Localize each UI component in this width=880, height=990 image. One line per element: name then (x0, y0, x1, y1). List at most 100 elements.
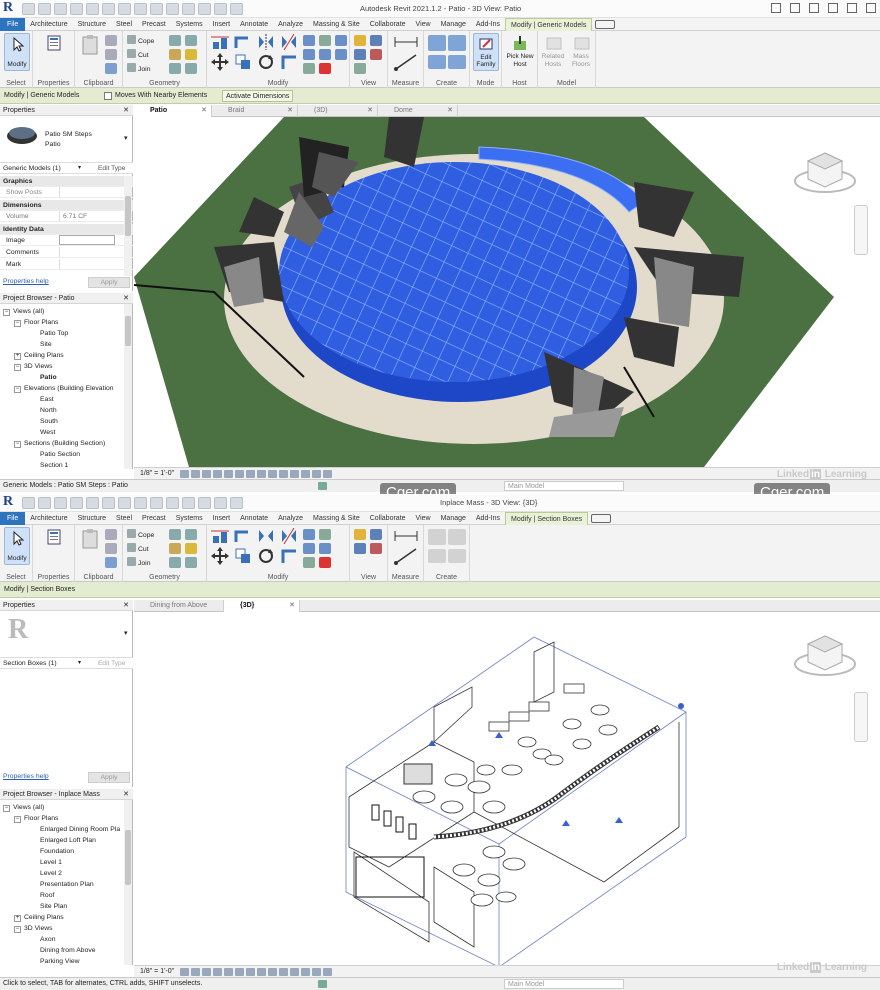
paste-icon[interactable] (81, 528, 99, 550)
text-icon[interactable] (150, 3, 163, 15)
view-cube[interactable] (792, 149, 858, 195)
temp-hide-icon[interactable] (268, 470, 277, 478)
tree-elevations[interactable]: − Elevations (Building Elevation (14, 383, 114, 394)
prop-image[interactable]: Image (0, 235, 133, 246)
apply-button[interactable]: Apply (88, 277, 130, 288)
rotate-icon[interactable] (257, 53, 275, 71)
text-icon[interactable] (150, 497, 163, 509)
close-icon[interactable]: ✕ (123, 789, 129, 800)
properties-button[interactable] (38, 33, 70, 71)
tree-enlarged-loft[interactable]: Enlarged Loft Plan (40, 835, 96, 846)
demolish-icon[interactable] (185, 543, 197, 554)
cope-button[interactable]: Cope (127, 35, 154, 45)
tab-steel[interactable]: Steel (111, 512, 137, 525)
modify-button[interactable]: Modify (4, 33, 30, 71)
detail-level-icon[interactable] (180, 470, 189, 478)
apply-button[interactable]: Apply (88, 772, 130, 783)
tab-massing-site[interactable]: Massing & Site (308, 18, 365, 31)
linework-icon[interactable] (354, 49, 366, 60)
constraints-icon[interactable] (323, 470, 332, 478)
tab-file[interactable]: File (0, 18, 26, 31)
paint-brush-icon[interactable] (370, 543, 382, 554)
visual-style-icon[interactable] (191, 968, 200, 976)
measure-between-icon[interactable] (394, 36, 418, 48)
view-scale[interactable]: 1/8" = 1'-0" (140, 966, 174, 977)
group-identity[interactable]: Identity Data (0, 224, 133, 235)
temporary-hide-icon[interactable] (354, 63, 366, 74)
measure-between-icon[interactable] (394, 530, 418, 542)
demolish-icon[interactable] (185, 49, 197, 60)
hide-in-view-icon[interactable] (354, 529, 366, 540)
sign-in-icon[interactable] (790, 3, 800, 13)
moves-with-checkbox[interactable] (104, 92, 112, 100)
paste-icon[interactable] (81, 34, 99, 56)
dimension-icon[interactable] (134, 497, 147, 509)
tab-manage[interactable]: Manage (436, 18, 471, 31)
tree-views-all[interactable]: − Views (all) (3, 306, 44, 317)
tree-ceiling-plans[interactable]: + Ceiling Plans (14, 350, 64, 361)
unpin-icon[interactable] (303, 63, 315, 74)
edit-type-button[interactable]: Edit Type (88, 659, 125, 668)
tree-south[interactable]: South (40, 416, 58, 427)
prop-comments[interactable]: Comments (0, 247, 133, 258)
tree-west[interactable]: West (40, 427, 55, 438)
tree-3d-views[interactable]: −3D Views (14, 923, 53, 934)
offset-icon[interactable] (234, 528, 252, 544)
active-model-select[interactable]: Main Model (504, 979, 624, 989)
infocenter-icon[interactable] (771, 3, 781, 13)
reveal-hidden-icon[interactable] (279, 470, 288, 478)
select-panel-label[interactable]: Select (0, 80, 32, 87)
tab-insert[interactable]: Insert (208, 512, 236, 525)
minimize-icon[interactable] (828, 3, 838, 13)
tab-modify-generic-models[interactable]: Modify | Generic Models (505, 18, 593, 31)
paint-icon[interactable] (169, 49, 181, 60)
tree-east[interactable]: East (40, 394, 54, 405)
crop-view-icon[interactable] (235, 470, 244, 478)
tree-parking-view[interactable]: Parking View (40, 956, 80, 965)
shadows-icon[interactable] (213, 968, 222, 976)
tab-analyze[interactable]: Analyze (273, 18, 308, 31)
select-panel-label[interactable]: Select (0, 574, 32, 581)
save-icon[interactable] (38, 3, 51, 15)
mirror-axis-icon[interactable] (257, 34, 275, 50)
create-parts-icon[interactable] (448, 35, 466, 51)
temp-hide-icon[interactable] (268, 968, 277, 976)
tree-axon[interactable]: Axon (40, 934, 56, 945)
unpin-icon[interactable] (303, 557, 315, 568)
tree-sections[interactable]: − Sections (Building Section) (14, 438, 105, 449)
view-tab-dining-from-above[interactable]: Dining from Above (134, 600, 224, 612)
create-parts-icon[interactable] (448, 529, 466, 545)
section-icon[interactable] (182, 3, 195, 15)
match-type-icon[interactable] (105, 63, 117, 74)
navigation-bar[interactable] (854, 692, 868, 742)
close-icon[interactable]: ✕ (367, 105, 373, 117)
print-icon[interactable] (102, 3, 115, 15)
ribbon-toggle-icon[interactable] (595, 20, 616, 29)
temp-view-props-icon[interactable] (290, 968, 299, 976)
pin-icon[interactable] (319, 529, 331, 540)
tree-views-all[interactable]: − Views (all) (3, 802, 44, 813)
browser-scrollbar[interactable] (124, 304, 132, 469)
edit-family-button[interactable]: Edit Family (473, 33, 499, 71)
type-selector-arrow-icon[interactable]: ▾ (124, 134, 128, 142)
close-icon[interactable]: ✕ (447, 105, 453, 117)
pick-new-host-button[interactable]: Pick New Host (504, 33, 536, 71)
tree-presentation-plan[interactable]: Presentation Plan (40, 879, 94, 890)
navigation-bar[interactable] (854, 205, 868, 255)
redo-icon[interactable] (86, 3, 99, 15)
create-group-icon[interactable] (428, 549, 446, 563)
tree-site-plan[interactable]: Site Plan (40, 901, 67, 912)
undo-icon[interactable] (70, 3, 83, 15)
tree-section-1[interactable]: Section 1 (40, 460, 68, 469)
properties-help-link[interactable]: Properties help (3, 773, 49, 780)
sun-path-icon[interactable] (202, 968, 211, 976)
tree-level-2[interactable]: Level 2 (40, 868, 62, 879)
sync-icon[interactable] (54, 497, 67, 509)
tab-structure[interactable]: Structure (73, 18, 111, 31)
tab-view[interactable]: View (411, 18, 436, 31)
array-icon[interactable] (303, 543, 315, 554)
close-icon[interactable]: ✕ (201, 105, 207, 117)
create-similar-icon[interactable] (448, 549, 466, 563)
undo-icon[interactable] (70, 497, 83, 509)
lock-view-icon[interactable] (257, 470, 266, 478)
